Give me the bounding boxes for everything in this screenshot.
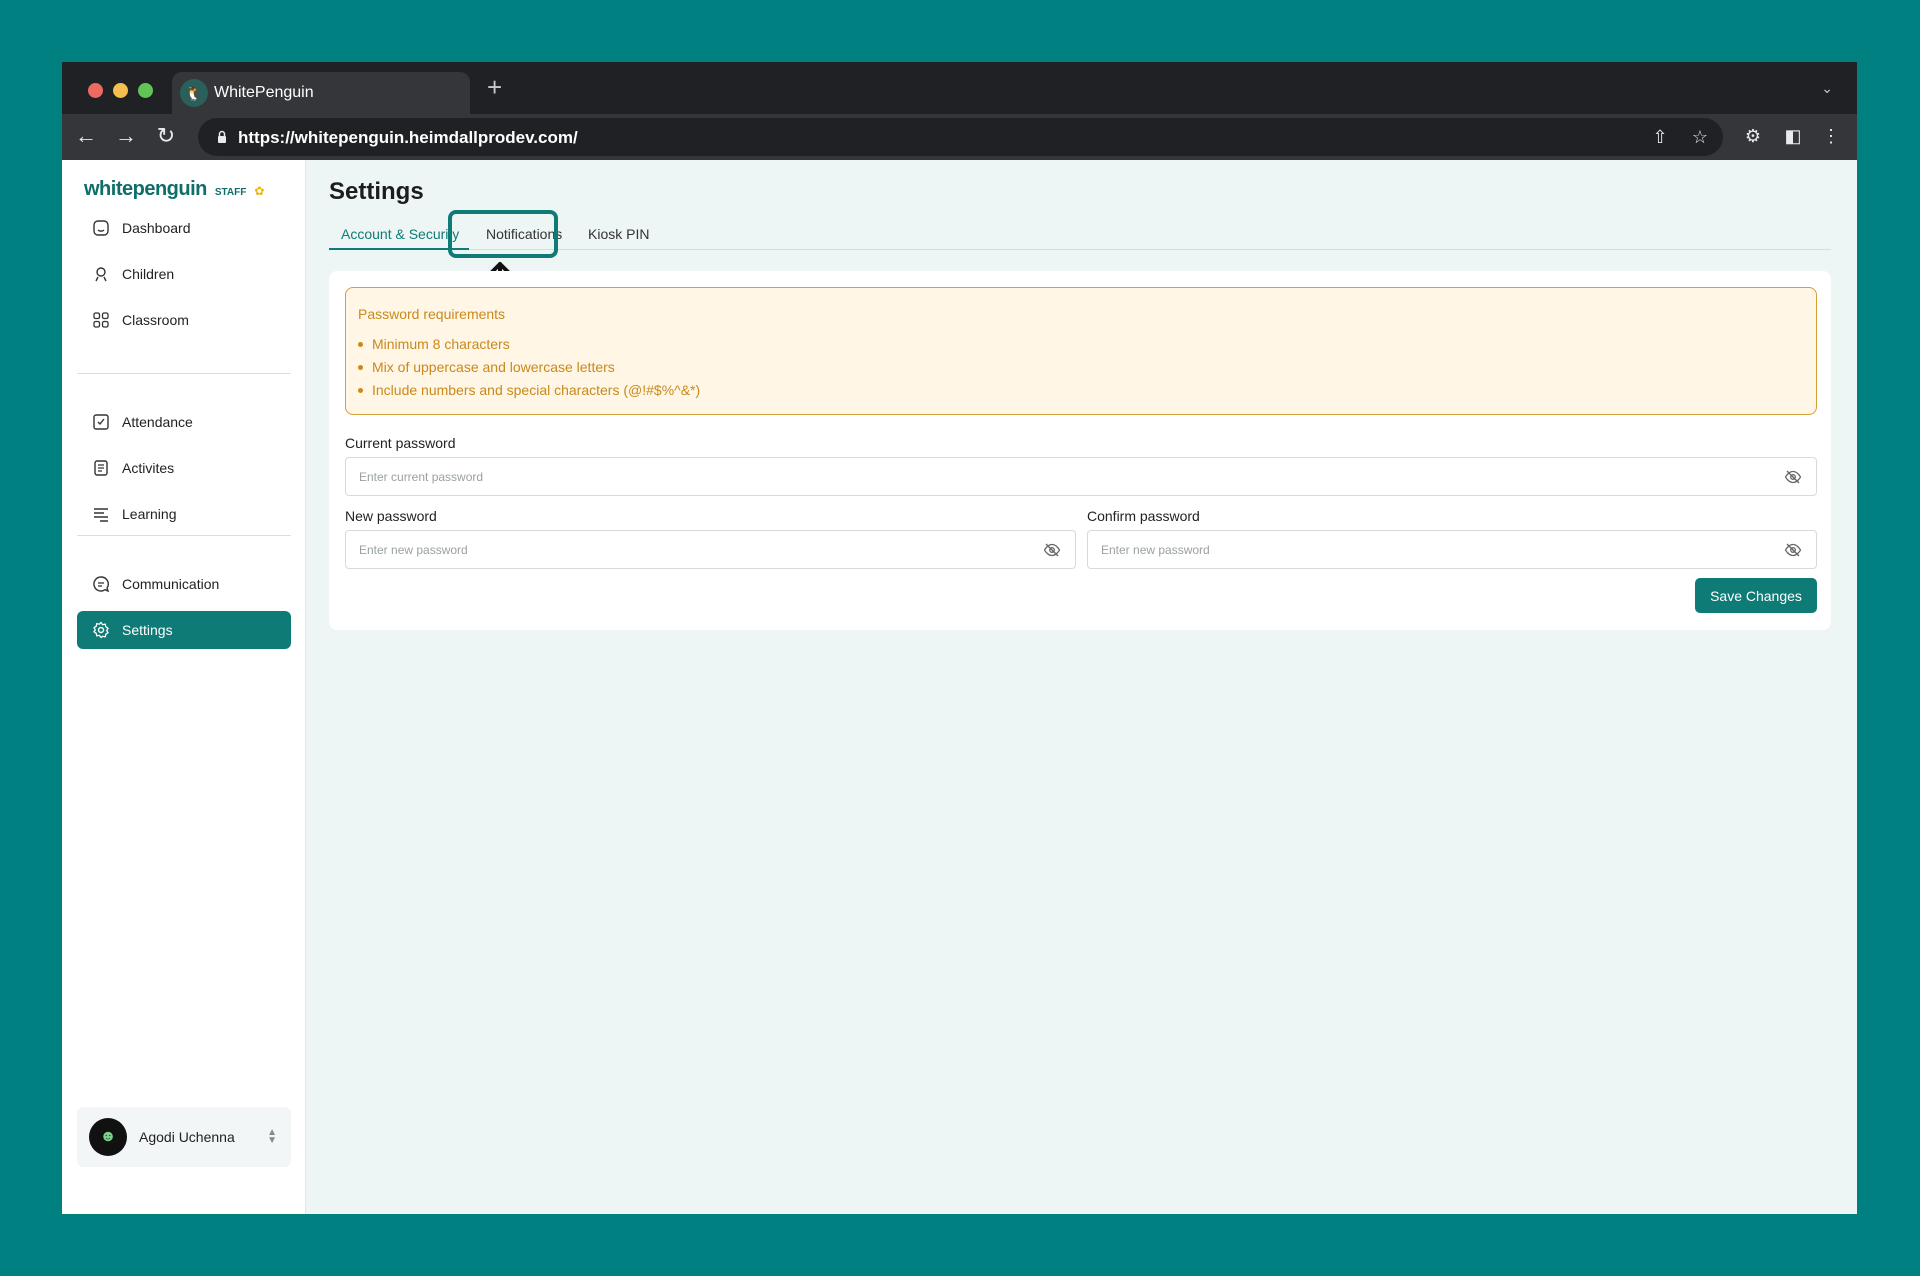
current-password-field-wrapper [345, 457, 1817, 496]
notifications-highlight [448, 210, 558, 258]
staff-badge: STAFF [214, 187, 247, 198]
sidebar-item-classroom[interactable]: Classroom [77, 301, 291, 339]
forward-arrow-icon[interactable]: → [112, 122, 140, 150]
dashboard-icon [93, 220, 109, 236]
sidebar-item-label: Activites [122, 460, 175, 476]
bullet-icon [358, 341, 363, 347]
sidebar-divider [77, 535, 291, 536]
chevron-up-down-icon: ▲ ▼ [267, 1127, 277, 1146]
share-icon[interactable]: ⇧ [1649, 126, 1671, 148]
back-arrow-icon[interactable]: ← [72, 122, 100, 150]
requirement-text: Minimum 8 characters [372, 336, 510, 352]
main-content: Settings Account & Security Notification… [306, 160, 1857, 1214]
settings-gear-icon [93, 621, 109, 639]
sidebar-item-label: Communication [122, 576, 220, 592]
sidebar-item-learning[interactable]: Learning [77, 495, 291, 533]
confirm-password-input[interactable] [1088, 531, 1744, 568]
sidebar-item-label: Dashboard [122, 220, 191, 236]
extensions-puzzle-icon[interactable]: ⚙ [1740, 123, 1766, 149]
bullet-icon [358, 387, 363, 393]
children-icon [95, 267, 107, 282]
browser-window: 🐧 WhitePenguin + ⌄ ← → ↻ https://whitepe… [62, 62, 1857, 1214]
user-name: Agodi Uchenna [139, 1129, 235, 1145]
confirm-password-field-wrapper [1087, 530, 1817, 569]
sidebar-item-label: Settings [122, 622, 173, 638]
browser-titlebar: 🐧 WhitePenguin + ⌄ [62, 62, 1857, 114]
current-password-input[interactable] [346, 458, 1669, 495]
current-password-label: Current password [345, 435, 456, 451]
sidebar-item-label: Attendance [122, 414, 193, 430]
sidebar: whitepenguin STAFF ✿ Dashboard Children … [62, 160, 306, 1214]
eye-off-icon[interactable] [1043, 541, 1061, 559]
address-bar[interactable]: https://whitepenguin.heimdallprodev.com/… [198, 118, 1723, 156]
sidebar-item-activities[interactable]: Activites [77, 449, 291, 487]
sidebar-item-attendance[interactable]: Attendance [77, 403, 291, 441]
communication-icon [93, 576, 110, 593]
maximize-window-button[interactable] [138, 83, 153, 98]
ribbon-icon: ✿ [254, 184, 265, 198]
requirement-item: Include numbers and special characters (… [358, 382, 700, 398]
new-password-label: New password [345, 508, 437, 524]
browser-menu-icon[interactable]: ⋮ [1818, 123, 1844, 149]
password-requirements-box: Password requirements Minimum 8 characte… [345, 287, 1817, 415]
tab-search-chevron-icon[interactable]: ⌄ [1821, 80, 1833, 97]
eye-off-icon[interactable] [1784, 541, 1802, 559]
new-tab-button[interactable]: + [487, 73, 502, 101]
bullet-icon [358, 364, 363, 370]
tab-account-security[interactable]: Account & Security [341, 226, 459, 242]
minimize-window-button[interactable] [113, 83, 128, 98]
save-changes-button[interactable]: Save Changes [1695, 578, 1817, 613]
page-title: Settings [329, 178, 424, 205]
sidebar-item-label: Classroom [122, 312, 189, 328]
new-password-field-wrapper [345, 530, 1076, 569]
bookmark-star-icon[interactable]: ☆ [1689, 126, 1711, 148]
attendance-icon [93, 414, 109, 430]
activities-icon [94, 460, 108, 476]
browser-tab[interactable]: 🐧 WhitePenguin [172, 72, 470, 114]
requirements-title: Password requirements [358, 306, 506, 322]
brand-wordmark: whitepenguin [84, 178, 207, 200]
requirement-item: Mix of uppercase and lowercase letters [358, 359, 615, 375]
confirm-password-label: Confirm password [1087, 508, 1200, 524]
sidebar-item-label: Learning [122, 506, 177, 522]
sidebar-item-settings[interactable]: Settings [77, 611, 291, 649]
browser-toolbar: ← → ↻ https://whitepenguin.heimdallprode… [62, 114, 1857, 160]
eye-off-icon[interactable] [1784, 468, 1802, 486]
sidebar-item-dashboard[interactable]: Dashboard [77, 209, 291, 247]
brand-logo[interactable]: whitepenguin STAFF ✿ [84, 178, 264, 201]
requirement-text: Include numbers and special characters (… [372, 382, 701, 398]
browser-tab-title: WhitePenguin [214, 84, 314, 101]
new-password-input[interactable] [346, 531, 1003, 568]
sidebar-item-communication[interactable]: Communication [77, 565, 291, 603]
learning-icon [94, 508, 108, 522]
requirement-item: Minimum 8 characters [358, 336, 510, 352]
reload-icon[interactable]: ↻ [152, 122, 180, 150]
close-window-button[interactable] [88, 83, 103, 98]
requirement-text: Mix of uppercase and lowercase letters [372, 359, 615, 375]
avatar: ☻ [89, 1118, 127, 1156]
url-text: https://whitepenguin.heimdallprodev.com/ [238, 128, 578, 147]
sidebar-item-label: Children [122, 266, 175, 282]
sidebar-item-children[interactable]: Children [77, 255, 291, 293]
password-card: Password requirements Minimum 8 characte… [329, 271, 1831, 630]
classroom-icon [93, 312, 109, 328]
tab-kiosk-pin[interactable]: Kiosk PIN [588, 226, 649, 242]
side-panel-icon[interactable]: ◧ [1780, 123, 1806, 149]
penguin-favicon-icon: 🐧 [180, 79, 208, 107]
user-profile-card[interactable]: ☻ Agodi Uchenna ▲ ▼ [77, 1107, 291, 1167]
sidebar-divider [77, 373, 291, 374]
app-container: whitepenguin STAFF ✿ Dashboard Children … [62, 160, 1857, 1214]
lock-icon [218, 130, 226, 143]
